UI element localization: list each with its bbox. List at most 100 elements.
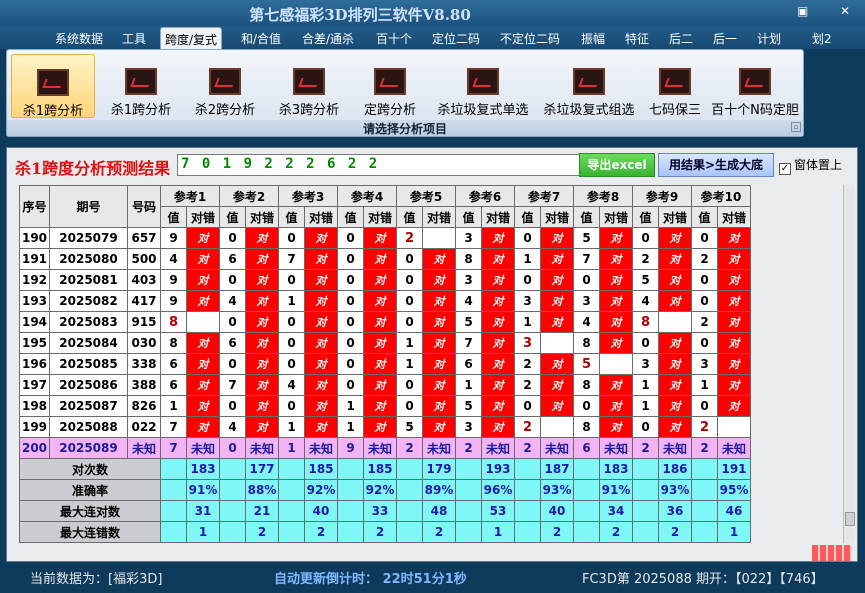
table-row[interactable]: 194 2025083 915 8 0 对 0 对 0 对 0 对 5 对 1 对 4 对 8 2 对 bbox=[19, 311, 751, 333]
summary-spacer-cell bbox=[160, 458, 187, 480]
ref-value-cell: 0 bbox=[632, 416, 659, 438]
ref-hit-cell: 对 bbox=[540, 290, 574, 312]
table-row[interactable]: 196 2025085 338 6 对 0 对 0 对 0 对 1 对 6 对 2 对 5 3 对 3 对 bbox=[19, 353, 751, 375]
ribbon-junk-compound-group-button[interactable]: 杀垃圾复式组选 bbox=[537, 54, 641, 118]
summary-value-cell: 1 bbox=[481, 521, 515, 543]
menu-amplitude[interactable]: 振幅 bbox=[581, 30, 605, 47]
ribbon-fixed-span-button[interactable]: 定跨分析 bbox=[353, 54, 427, 118]
ref-hit-cell: 对 bbox=[658, 332, 692, 354]
summary-spacer-cell bbox=[691, 458, 718, 480]
ribbon-expand-icon[interactable]: ▫ bbox=[791, 122, 801, 132]
forecast-row[interactable]: 200 2025089 未知 7 未知 0 未知 1 未知 9 未知 2 未知 2 未知 2 未知 6 未知 2 未知 2… bbox=[19, 437, 751, 459]
ref-hit-cell: 对 bbox=[363, 269, 397, 291]
menu-last-one[interactable]: 后一 bbox=[713, 30, 737, 47]
menu-plan[interactable]: 计划 bbox=[757, 30, 781, 47]
ref-value-cell: 0 bbox=[337, 353, 364, 375]
ref-hit-cell: 对 bbox=[186, 269, 220, 291]
summary-value-cell: 183 bbox=[599, 458, 633, 480]
row-code: 417 bbox=[127, 290, 161, 312]
menu-system-data[interactable]: 系统数据 bbox=[55, 30, 103, 47]
ref-hit-cell: 对 bbox=[481, 353, 515, 375]
summary-value-cell: 92% bbox=[304, 479, 338, 501]
col-ref-header: 参考2 bbox=[219, 185, 279, 207]
summary-value-cell: 2 bbox=[363, 521, 397, 543]
summary-spacer-cell bbox=[455, 458, 482, 480]
table-row[interactable]: 199 2025088 022 7 对 4 对 1 对 1 对 5 对 3 对 2 8 对 0 对 2 bbox=[19, 416, 751, 438]
summary-spacer-cell bbox=[160, 521, 187, 543]
col-value-header: 值 bbox=[455, 206, 482, 228]
row-code: 657 bbox=[127, 227, 161, 249]
stay-on-top-checkbox[interactable]: ✓ 窗体置上 bbox=[779, 156, 842, 175]
ref-hit-cell: 对 bbox=[658, 353, 692, 375]
summary-value-cell: 31 bbox=[186, 500, 220, 522]
summary-value-cell: 95% bbox=[717, 479, 751, 501]
ribbon-kill2-span-button[interactable]: 杀2跨分析 bbox=[185, 54, 265, 118]
ref-hit-cell: 对 bbox=[540, 248, 574, 270]
menu-diff-kill[interactable]: 合差/通杀 bbox=[302, 30, 354, 47]
ribbon-seven-code-button[interactable]: 七码保三 bbox=[643, 54, 707, 118]
summary-spacer-cell bbox=[337, 521, 364, 543]
generate-base-button[interactable]: 用结果>生成大底 bbox=[658, 153, 774, 177]
table-scrollbar[interactable] bbox=[843, 185, 855, 543]
summary-spacer-cell bbox=[278, 458, 305, 480]
ref-hit-cell: 未知 bbox=[245, 437, 279, 459]
summary-label: 最大连错数 bbox=[19, 521, 161, 543]
ref-hit-cell: 对 bbox=[304, 248, 338, 270]
ref-hit-cell bbox=[540, 332, 574, 354]
table-row[interactable]: 195 2025084 030 8 对 6 对 0 对 0 对 1 对 7 对 3 8 对 0 对 0 对 bbox=[19, 332, 751, 354]
table-row[interactable]: 190 2025079 657 9 对 0 对 0 对 0 对 2 3 对 0 对 5 对 0 对 0 对 bbox=[19, 227, 751, 249]
col-value-header: 值 bbox=[632, 206, 659, 228]
summary-spacer-cell bbox=[691, 521, 718, 543]
scrollbar-thumb[interactable] bbox=[845, 512, 855, 526]
menu-span-compound[interactable]: 跨度/复式 bbox=[160, 27, 223, 50]
menu-free-two-code[interactable]: 不定位二码 bbox=[500, 30, 560, 47]
col-hit-header: 对错 bbox=[245, 206, 279, 228]
ref-hit-cell bbox=[540, 416, 574, 438]
menu-position-two-code[interactable]: 定位二码 bbox=[432, 30, 480, 47]
table-row[interactable]: 192 2025081 403 9 对 0 对 0 对 0 对 0 对 3 对 0 对 0 对 5 对 0 对 bbox=[19, 269, 751, 291]
ref-value-cell: 0 bbox=[396, 395, 423, 417]
restore-icon[interactable]: ▣ bbox=[797, 4, 808, 18]
ref-hit-cell: 对 bbox=[599, 311, 633, 333]
table-row[interactable]: 198 2025087 826 1 对 0 对 0 对 1 对 0 对 5 对 0 对 0 对 1 对 0 对 bbox=[19, 395, 751, 417]
table-row[interactable]: 191 2025080 500 4 对 6 对 7 对 0 对 0 对 8 对 1 对 7 对 2 对 2 对 bbox=[19, 248, 751, 270]
table-row[interactable]: 197 2025086 388 6 对 7 对 4 对 0 对 0 对 1 对 2 对 8 对 1 对 1 对 bbox=[19, 374, 751, 396]
ribbon-n-code-button[interactable]: 百十个N码定胆 bbox=[709, 54, 801, 118]
ribbon-junk-compound-single-button[interactable]: 杀垃圾复式单选 bbox=[431, 54, 535, 118]
ref-hit-cell: 对 bbox=[540, 395, 574, 417]
ref-hit-cell: 未知 bbox=[304, 437, 338, 459]
ref-value-cell: 0 bbox=[219, 311, 246, 333]
table-row[interactable]: 193 2025082 417 9 对 4 对 1 对 0 对 0 对 4 对 3 对 3 对 4 对 0 对 bbox=[19, 290, 751, 312]
ref-hit-cell: 对 bbox=[186, 395, 220, 417]
menu-last-two[interactable]: 后二 bbox=[669, 30, 693, 47]
ref-value-cell: 4 bbox=[455, 290, 482, 312]
ref-value-cell: 5 bbox=[573, 353, 600, 375]
menu-plan-2[interactable]: 划2 bbox=[812, 30, 832, 47]
ref-hit-cell: 对 bbox=[245, 332, 279, 354]
col-ref-header: 参考7 bbox=[514, 185, 574, 207]
ref-hit-cell: 对 bbox=[245, 416, 279, 438]
close-icon[interactable]: ✕ bbox=[840, 4, 850, 18]
result-input[interactable]: 7 0 1 9 2 2 2 6 2 2 bbox=[177, 154, 581, 176]
ref-value-cell: 0 bbox=[514, 395, 541, 417]
menu-sum-value[interactable]: 和/合值 bbox=[241, 30, 281, 47]
chart-icon bbox=[659, 68, 691, 95]
ref-value-cell: 9 bbox=[160, 290, 187, 312]
menu-features[interactable]: 特征 bbox=[625, 30, 649, 47]
summary-spacer-cell bbox=[632, 500, 659, 522]
ribbon-kill3-span-button[interactable]: 杀3跨分析 bbox=[269, 54, 349, 118]
summary-value-cell: 2 bbox=[422, 521, 456, 543]
menu-hundreds-tens-units[interactable]: 百十个 bbox=[376, 30, 412, 47]
menu-tools[interactable]: 工具 bbox=[122, 30, 146, 47]
row-seq: 199 bbox=[19, 416, 50, 438]
col-value-header: 值 bbox=[396, 206, 423, 228]
summary-value-cell: 33 bbox=[363, 500, 397, 522]
export-excel-button[interactable]: 导出excel bbox=[579, 153, 655, 177]
ribbon-kill1-span-button-2[interactable]: 杀1跨分析 bbox=[101, 54, 181, 118]
ribbon-kill1-span-button[interactable]: 杀1跨分析 bbox=[11, 54, 95, 119]
checkbox-mark[interactable]: ✓ bbox=[779, 163, 791, 175]
ref-hit-cell: 对 bbox=[186, 290, 220, 312]
chart-icon bbox=[209, 68, 241, 95]
summary-value-cell: 2 bbox=[658, 521, 692, 543]
summary-spacer-cell bbox=[219, 458, 246, 480]
